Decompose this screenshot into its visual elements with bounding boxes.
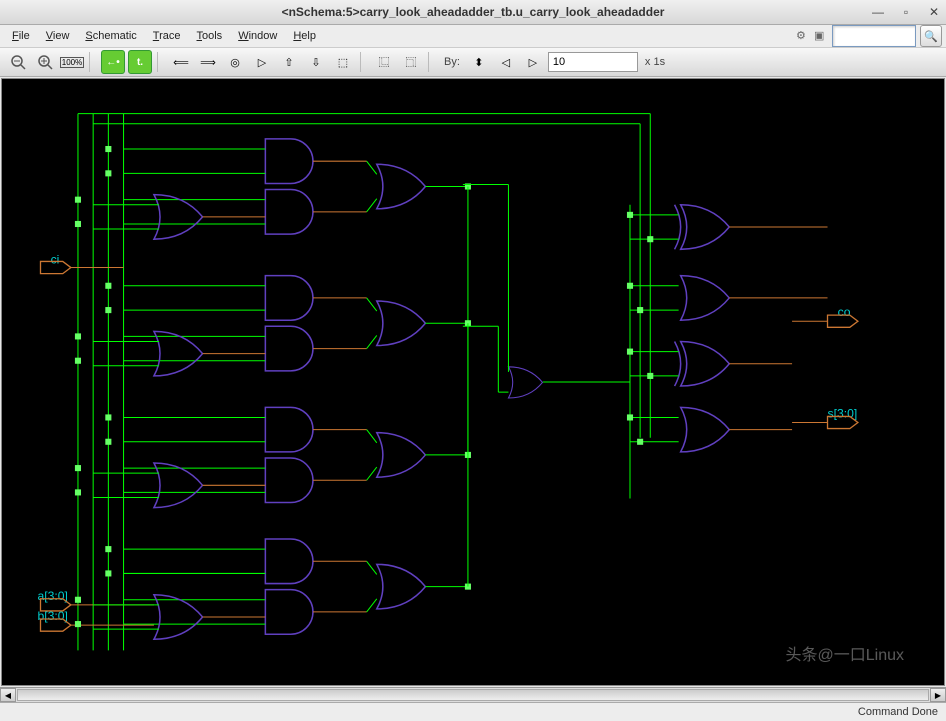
- zoom-out-button[interactable]: [6, 50, 30, 74]
- toolbar: 100% ←• t. ⟸ ⟹ ◎ ▷ ⇧ ⇩ ⬚ ⿺ ⿹ By: ⬍ ◁ ▷ x…: [0, 48, 946, 77]
- horizontal-scrollbar[interactable]: ◀ ▶: [0, 687, 946, 702]
- search-button[interactable]: 🔍: [920, 25, 942, 47]
- or-gate[interactable]: [377, 433, 426, 478]
- statusbar: Command Done: [0, 702, 946, 721]
- up-button[interactable]: ⇧: [277, 50, 301, 74]
- and-gate[interactable]: [265, 139, 313, 184]
- or-gate[interactable]: [377, 564, 426, 609]
- or-gate[interactable]: [154, 595, 203, 640]
- settings-icon[interactable]: ⚙: [796, 29, 810, 43]
- schematic-canvas[interactable]: ci a[3:0] b[3:0]: [1, 78, 945, 686]
- zoom-100-button[interactable]: 100%: [60, 50, 84, 74]
- ungroup-button[interactable]: ⿹: [399, 50, 423, 74]
- trace-load-button[interactable]: ▷: [250, 50, 274, 74]
- forward-button[interactable]: ⟹: [196, 50, 220, 74]
- search-input[interactable]: [832, 25, 916, 47]
- or-gate[interactable]: [681, 407, 730, 452]
- or-gate[interactable]: [154, 463, 203, 508]
- back-button[interactable]: ⟸: [169, 50, 193, 74]
- nav-next-button[interactable]: t.: [128, 50, 152, 74]
- or-gate[interactable]: [681, 276, 730, 321]
- step-mode-button[interactable]: ⬍: [467, 50, 491, 74]
- time-input[interactable]: [548, 52, 638, 72]
- nav-prev-button[interactable]: ←•: [101, 50, 125, 74]
- step-forward-button[interactable]: ▷: [521, 50, 545, 74]
- port-b-label: b[3:0]: [37, 609, 67, 623]
- xor-gate[interactable]: [675, 341, 730, 386]
- menu-tools[interactable]: Tools: [189, 28, 231, 44]
- menubar: File View Schematic Trace Tools Window H…: [0, 25, 946, 48]
- scroll-right-button[interactable]: ▶: [930, 688, 946, 702]
- port-a-label: a[3:0]: [37, 589, 67, 603]
- window-icon[interactable]: ▣: [814, 29, 828, 43]
- merge-or-gate[interactable]: [508, 367, 542, 398]
- expand-button[interactable]: ⬚: [331, 50, 355, 74]
- or-gate[interactable]: [377, 164, 426, 209]
- maximize-button[interactable]: ▫: [898, 4, 914, 20]
- and-gate[interactable]: [265, 590, 313, 635]
- or-gate[interactable]: [154, 195, 203, 240]
- menu-file[interactable]: File: [4, 28, 38, 44]
- or-gate[interactable]: [377, 301, 426, 346]
- port-co-label: co: [838, 305, 851, 319]
- zoom-in-button[interactable]: [33, 50, 57, 74]
- xor-gate[interactable]: [675, 205, 730, 250]
- and-gate[interactable]: [265, 407, 313, 452]
- port-ci-label: ci: [51, 252, 60, 266]
- down-button[interactable]: ⇩: [304, 50, 328, 74]
- and-gate[interactable]: [265, 276, 313, 321]
- window-title: <nSchema:5>carry_look_aheadadder_tb.u_ca…: [282, 5, 665, 19]
- time-unit-label: x 1s: [641, 56, 669, 68]
- close-button[interactable]: ✕: [926, 4, 942, 20]
- and-gate[interactable]: [265, 539, 313, 584]
- and-gate[interactable]: [265, 326, 313, 371]
- scroll-track[interactable]: [17, 689, 929, 701]
- menu-schematic[interactable]: Schematic: [77, 28, 144, 44]
- trace-driver-button[interactable]: ◎: [223, 50, 247, 74]
- minimize-button[interactable]: —: [870, 4, 886, 20]
- step-back-button[interactable]: ◁: [494, 50, 518, 74]
- and-gate[interactable]: [265, 190, 313, 235]
- status-text: Command Done: [858, 706, 938, 718]
- group-button[interactable]: ⿺: [372, 50, 396, 74]
- menu-trace[interactable]: Trace: [145, 28, 189, 44]
- menu-help[interactable]: Help: [285, 28, 324, 44]
- or-gate[interactable]: [154, 331, 203, 376]
- titlebar: <nSchema:5>carry_look_aheadadder_tb.u_ca…: [0, 0, 946, 25]
- menu-view[interactable]: View: [38, 28, 78, 44]
- by-label: By:: [440, 56, 464, 68]
- menu-window[interactable]: Window: [230, 28, 285, 44]
- scroll-left-button[interactable]: ◀: [0, 688, 16, 702]
- and-gate[interactable]: [265, 458, 313, 503]
